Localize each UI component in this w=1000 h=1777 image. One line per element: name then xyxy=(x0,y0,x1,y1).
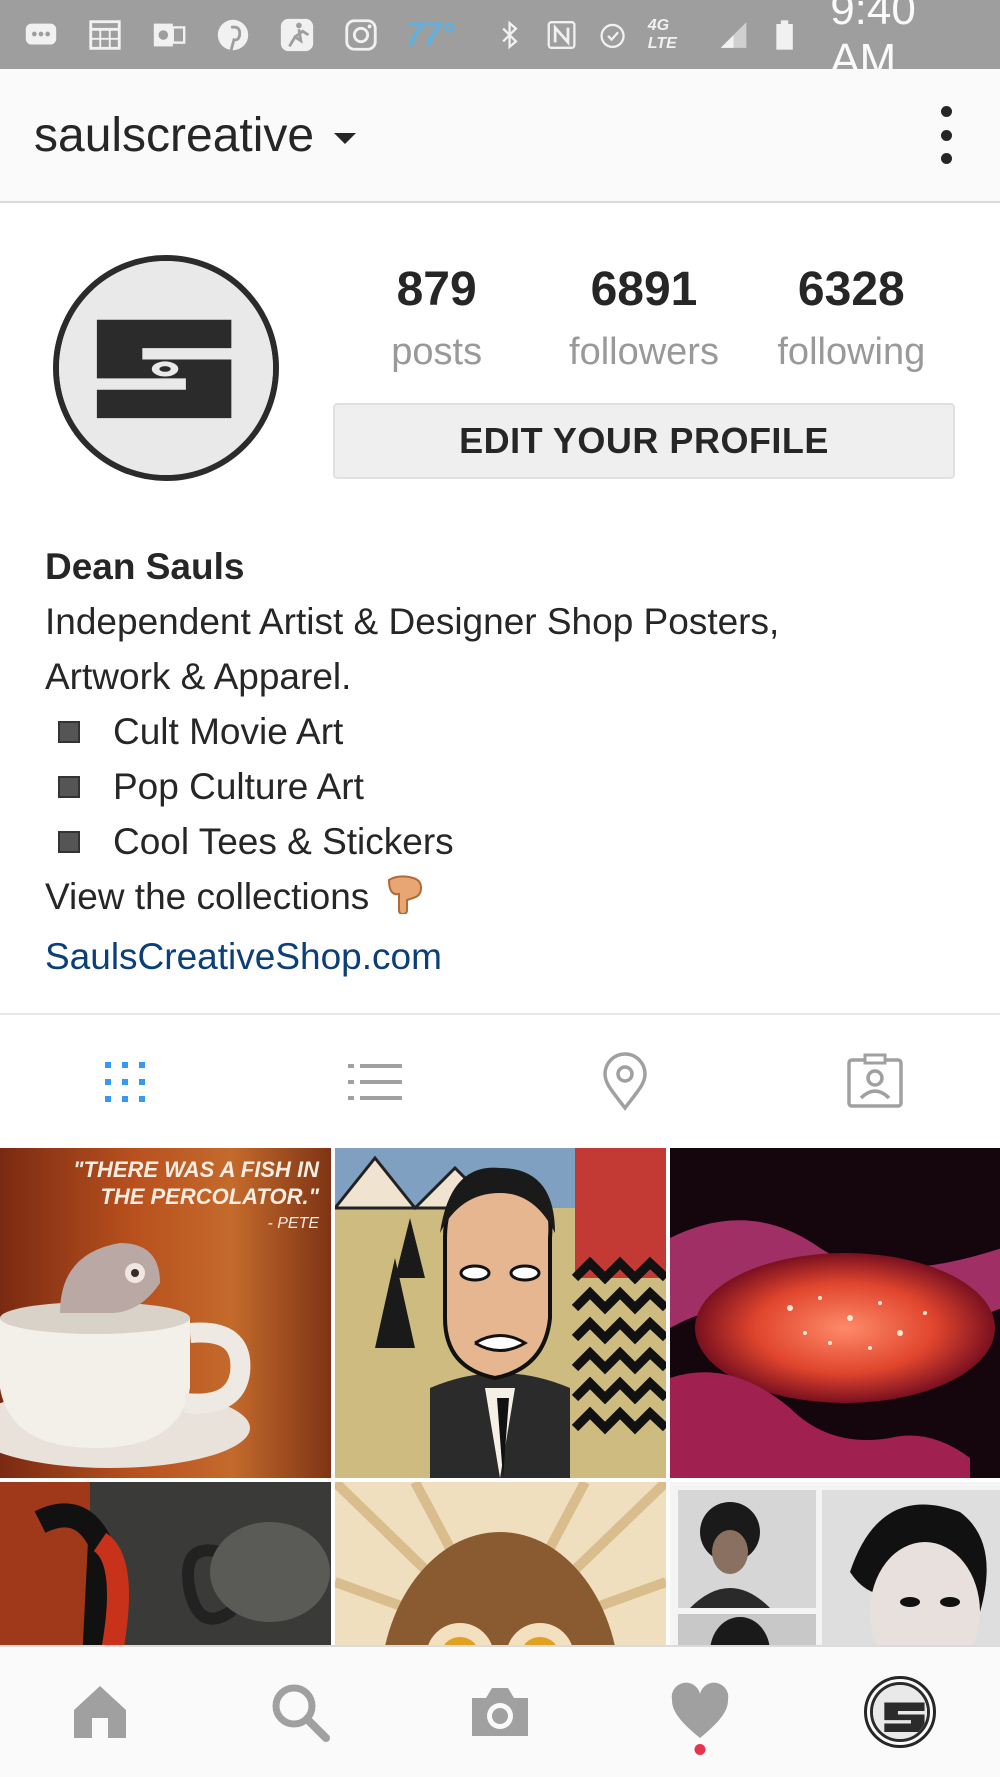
profile-tabs xyxy=(0,1013,1000,1148)
display-name: Dean Sauls xyxy=(45,546,245,587)
bluetooth-icon xyxy=(502,20,519,49)
top-app-bar: saulscreative xyxy=(0,69,1000,203)
tab-tagged[interactable] xyxy=(750,1015,1000,1148)
bio-list-text: Cult Movie Art xyxy=(113,711,344,752)
post-caption-text: "THERE WAS A FISH IN THE PERCOLATOR." - … xyxy=(73,1157,319,1232)
post-thumbnail[interactable] xyxy=(670,1148,1000,1478)
bio-list-text: Cool Tees & Stickers xyxy=(113,821,454,862)
followers-count: 6891 xyxy=(590,263,698,316)
bottom-navigation xyxy=(0,1645,1000,1777)
followers-stat[interactable]: 6891 followers xyxy=(540,262,747,374)
search-icon xyxy=(272,1684,330,1742)
status-bar: 77° 4G LTE 9:40 AM xyxy=(0,0,1000,84)
pinterest-icon xyxy=(214,15,252,55)
glowing-hands-image xyxy=(670,1148,1000,1478)
chevron-down-icon[interactable] xyxy=(334,132,357,144)
posts-label: posts xyxy=(391,331,483,373)
profile-stats: 879 posts 6891 followers 6328 following xyxy=(333,262,955,374)
following-label: following xyxy=(777,331,926,373)
tab-list[interactable] xyxy=(250,1015,500,1148)
instagram-icon xyxy=(342,15,380,55)
battery-icon xyxy=(776,19,793,50)
square-bullet-icon xyxy=(58,775,80,798)
account-username[interactable]: saulscreative xyxy=(34,108,314,163)
more-options-icon[interactable] xyxy=(926,100,966,170)
home-icon xyxy=(74,1686,126,1738)
square-bullet-icon xyxy=(58,720,80,743)
pointing-down-emoji-icon xyxy=(383,870,427,929)
tab-places[interactable] xyxy=(500,1015,750,1148)
grid-view-icon xyxy=(105,1061,145,1102)
nav-activity[interactable] xyxy=(600,1647,800,1777)
post-thumbnail[interactable]: "THERE WAS A FISH IN THE PERCOLATOR." - … xyxy=(0,1148,331,1478)
alarm-icon xyxy=(600,23,625,48)
bio-description-line2: Artwork & Apparel. xyxy=(45,656,352,697)
location-pin-icon xyxy=(603,1051,647,1111)
fitness-icon xyxy=(278,15,316,55)
nav-profile[interactable] xyxy=(800,1647,1000,1777)
bio-list-item: Pop Culture Art xyxy=(45,759,965,814)
camera-icon xyxy=(472,1688,528,1736)
signal-icon xyxy=(720,21,747,48)
nav-search[interactable] xyxy=(200,1647,400,1777)
following-stat[interactable]: 6328 following xyxy=(748,262,955,374)
bio-cta: View the collections xyxy=(45,869,965,929)
calendar-icon xyxy=(86,15,124,55)
bio-description-line1: Independent Artist & Designer Shop Poste… xyxy=(45,601,780,642)
followers-label: followers xyxy=(569,331,719,373)
posts-stat[interactable]: 879 posts xyxy=(333,262,540,374)
tagged-photos-icon xyxy=(847,1053,903,1108)
profile-avatar xyxy=(864,1676,936,1748)
outlook-icon xyxy=(150,15,188,55)
profile-bio: Dean Sauls Independent Artist & Designer… xyxy=(45,539,965,984)
notification-dot xyxy=(694,1744,706,1755)
cartoon-portrait-image xyxy=(335,1148,666,1478)
nav-camera[interactable] xyxy=(400,1647,600,1777)
tab-grid[interactable] xyxy=(0,1015,250,1148)
bio-cta-text: View the collections xyxy=(45,876,370,917)
bio-list-text: Pop Culture Art xyxy=(113,766,364,807)
website-link[interactable]: SaulsCreativeShop.com xyxy=(45,929,965,984)
messages-icon xyxy=(22,15,60,55)
bio-list-item: Cult Movie Art xyxy=(45,704,965,759)
bio-list-item: Cool Tees & Stickers xyxy=(45,814,965,869)
profile-avatar[interactable] xyxy=(53,255,279,481)
nav-home[interactable] xyxy=(0,1647,200,1777)
posts-count: 879 xyxy=(396,263,477,316)
list-view-icon xyxy=(348,1063,402,1100)
network-type: 4G LTE xyxy=(647,16,677,52)
nfc-icon xyxy=(547,20,576,49)
temperature: 77° xyxy=(406,16,455,52)
logo-s-icon xyxy=(59,261,273,475)
square-bullet-icon xyxy=(58,830,80,853)
following-count: 6328 xyxy=(797,263,905,316)
edit-profile-button[interactable]: EDIT YOUR PROFILE xyxy=(333,403,955,479)
heart-icon xyxy=(671,1682,729,1738)
post-thumbnail[interactable] xyxy=(335,1148,666,1478)
